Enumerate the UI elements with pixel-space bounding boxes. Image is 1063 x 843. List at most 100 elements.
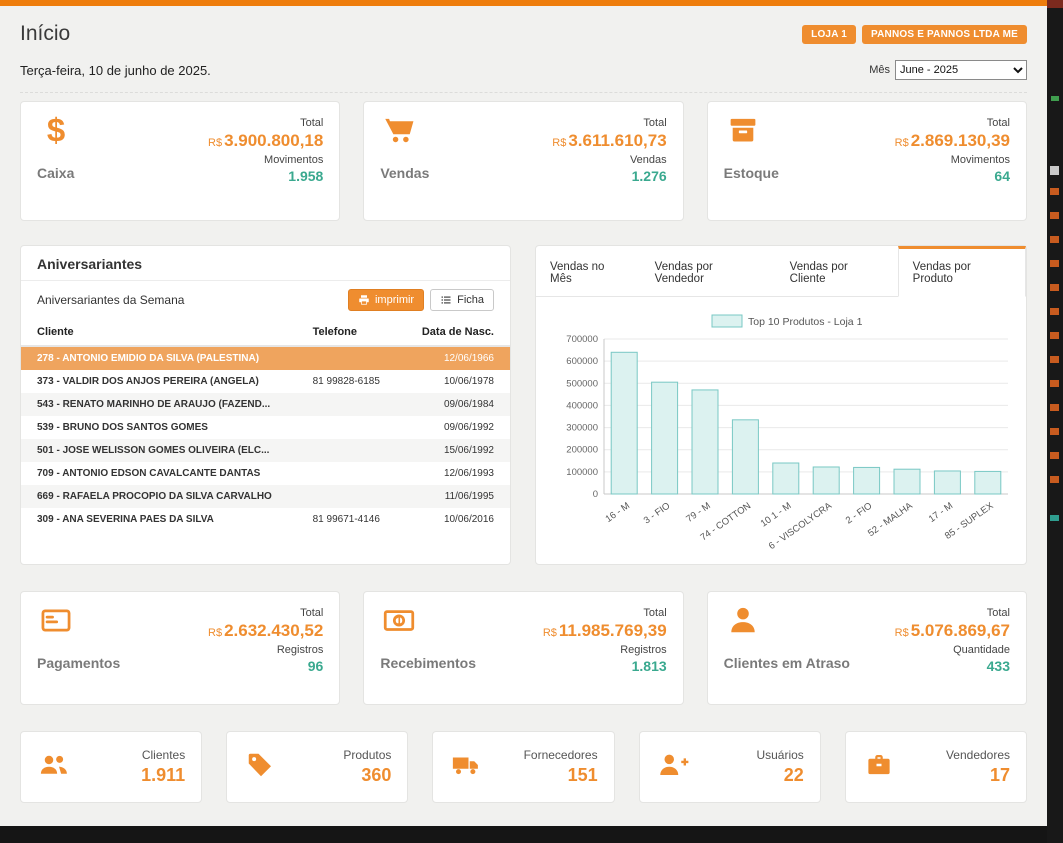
clientes-mini-value: 1.911 <box>141 765 185 786</box>
stat-cards-row-1: $ Caixa Total R$3.900.800,18 Movimentos … <box>20 101 1027 221</box>
clientes-atraso-title: Clientes em Atraso <box>724 655 850 671</box>
usuarios-mini-label: Usuários <box>756 748 803 762</box>
table-row[interactable]: 543 - RENATO MARINHO DE ARAUJO (FAZEND..… <box>21 393 510 416</box>
usuarios-mini-card: Usuários 22 <box>639 731 821 803</box>
vendas-count-value: 1.276 <box>632 168 667 184</box>
svg-text:700000: 700000 <box>566 334 598 345</box>
tab-vendas-por-vendedor[interactable]: Vendas por Vendedor <box>641 246 776 296</box>
estoque-total-value: R$2.869.130,39 <box>895 131 1010 151</box>
caixa-movimentos-label: Movimentos <box>264 154 323 166</box>
background-window-edge <box>1047 0 1063 843</box>
produtos-mini-card: Produtos 360 <box>226 731 408 803</box>
person-icon <box>724 604 850 655</box>
chart-area: 0100000200000300000400000500000600000700… <box>536 297 1026 572</box>
clientes-mini-label: Clientes <box>142 748 185 762</box>
svg-text:200000: 200000 <box>566 445 598 456</box>
vendedores-mini-value: 17 <box>990 765 1010 786</box>
table-row-selected[interactable]: 278 - ANTONIO EMIDIO DA SILVA (PALESTINA… <box>21 346 510 370</box>
recebimentos-registros-value: 1.813 <box>632 658 667 674</box>
table-row[interactable]: 669 - RAFAELA PROCOPIO DA SILVA CARVALHO… <box>21 485 510 508</box>
recebimentos-total-label: Total <box>643 607 666 619</box>
svg-text:$: $ <box>47 114 65 147</box>
date-row: Terça-feira, 10 de junho de 2025. Mês Ju… <box>20 60 1027 93</box>
caixa-movimentos-value: 1.958 <box>288 168 323 184</box>
aniversariantes-panel: Aniversariantes Aniversariantes da Seman… <box>20 245 511 565</box>
vendas-panel: Vendas no Mês Vendas por Vendedor Vendas… <box>535 245 1027 565</box>
imprimir-button[interactable]: imprimir <box>348 289 424 311</box>
table-row[interactable]: 709 - ANTONIO EDSON CAVALCANTE DANTAS12/… <box>21 462 510 485</box>
edge-mark <box>1050 188 1059 488</box>
recebimentos-registros-label: Registros <box>620 644 666 656</box>
table-row[interactable]: 373 - VALDIR DOS ANJOS PEREIRA (ANGELA)8… <box>21 370 510 393</box>
dashboard-page: Início LOJA 1 PANNOS E PANNOS LTDA ME Te… <box>0 6 1047 826</box>
vendas-total-label: Total <box>643 117 666 129</box>
pagamentos-registros-value: 96 <box>308 658 324 674</box>
vendedores-mini-label: Vendedores <box>946 748 1010 762</box>
month-select-label: Mês <box>869 64 890 76</box>
edge-mark <box>1051 96 1059 101</box>
archive-icon <box>724 114 779 165</box>
svg-text:79 - M: 79 - M <box>684 500 712 525</box>
column-cliente: Cliente <box>21 320 305 346</box>
produtos-bar-chart: 0100000200000300000400000500000600000700… <box>546 309 1016 567</box>
page-title: Início <box>20 22 70 46</box>
svg-text:600000: 600000 <box>566 356 598 367</box>
caixa-card: $ Caixa Total R$3.900.800,18 Movimentos … <box>20 101 340 221</box>
fornecedores-mini-card: Fornecedores 151 <box>432 731 614 803</box>
briefcase-icon <box>862 750 896 785</box>
svg-text:10 1 - M: 10 1 - M <box>759 500 794 529</box>
produtos-mini-value: 360 <box>361 765 391 786</box>
clientes-atraso-qtd-value: 433 <box>987 658 1010 674</box>
svg-text:100000: 100000 <box>566 467 598 478</box>
middle-row: Aniversariantes Aniversariantes da Seman… <box>20 245 1027 565</box>
vendas-title: Vendas <box>380 165 429 181</box>
recebimentos-card: 1 Recebimentos Total R$11.985.769,39 Reg… <box>363 591 683 705</box>
estoque-total-label: Total <box>987 117 1010 129</box>
tab-vendas-por-produto[interactable]: Vendas por Produto <box>898 246 1026 297</box>
table-row[interactable]: 501 - JOSE WELISSON GOMES OLIVEIRA (ELC.… <box>21 439 510 462</box>
produtos-mini-label: Produtos <box>343 748 391 762</box>
edge-mark <box>1050 515 1059 521</box>
month-select[interactable]: June - 2025 <box>895 60 1027 80</box>
svg-text:Top 10 Produtos - Loja 1: Top 10 Produtos - Loja 1 <box>748 316 863 328</box>
caixa-total-value: R$3.900.800,18 <box>208 131 323 151</box>
user-plus-icon <box>656 750 690 785</box>
credit-card-icon <box>37 604 120 655</box>
vendas-card: Vendas Total R$3.611.610,73 Vendas 1.276 <box>363 101 683 221</box>
recebimentos-total-value: R$11.985.769,39 <box>543 621 667 641</box>
ficha-button[interactable]: Ficha <box>430 289 494 311</box>
vendas-tabs: Vendas no Mês Vendas por Vendedor Vendas… <box>536 246 1026 297</box>
dollar-icon: $ <box>37 114 75 165</box>
clientes-atraso-card: Clientes em Atraso Total R$5.076.869,67 … <box>707 591 1027 705</box>
bottom-dark-strip <box>0 826 1047 843</box>
company-badge[interactable]: PANNOS E PANNOS LTDA ME <box>862 25 1027 44</box>
vendas-total-value: R$3.611.610,73 <box>552 131 666 151</box>
edge-mark <box>1050 166 1059 175</box>
estoque-card: Estoque Total R$2.869.130,39 Movimentos … <box>707 101 1027 221</box>
mini-cards-row: Clientes 1.911 Produtos 360 Fornecedores… <box>20 731 1027 803</box>
fornecedores-mini-value: 151 <box>568 765 598 786</box>
pagamentos-total-label: Total <box>300 607 323 619</box>
table-row[interactable]: 309 - ANA SEVERINA PAES DA SILVA81 99671… <box>21 508 510 531</box>
pagamentos-title: Pagamentos <box>37 655 120 671</box>
tag-icon <box>243 750 277 785</box>
recebimentos-title: Recebimentos <box>380 655 476 671</box>
tab-vendas-no-mes[interactable]: Vendas no Mês <box>536 246 641 296</box>
current-date-text: Terça-feira, 10 de junho de 2025. <box>20 63 211 78</box>
clientes-atraso-total-label: Total <box>987 607 1010 619</box>
edge-mark <box>1047 0 1063 8</box>
table-row[interactable]: 539 - BRUNO DOS SANTOS GOMES09/06/1992 <box>21 416 510 439</box>
caixa-title: Caixa <box>37 165 75 181</box>
store-badge[interactable]: LOJA 1 <box>802 25 856 44</box>
usuarios-mini-value: 22 <box>784 765 804 786</box>
stat-cards-row-2: Pagamentos Total R$2.632.430,52 Registro… <box>20 591 1027 705</box>
pagamentos-card: Pagamentos Total R$2.632.430,52 Registro… <box>20 591 340 705</box>
cart-icon <box>380 114 429 165</box>
svg-text:0: 0 <box>593 489 598 500</box>
clientes-atraso-qtd-label: Quantidade <box>953 644 1010 656</box>
page-header: Início LOJA 1 PANNOS E PANNOS LTDA ME <box>20 22 1027 46</box>
tab-vendas-por-cliente[interactable]: Vendas por Cliente <box>776 246 898 296</box>
caixa-total-label: Total <box>300 117 323 129</box>
vendedores-mini-card: Vendedores 17 <box>845 731 1027 803</box>
column-telefone: Telefone <box>305 320 413 346</box>
